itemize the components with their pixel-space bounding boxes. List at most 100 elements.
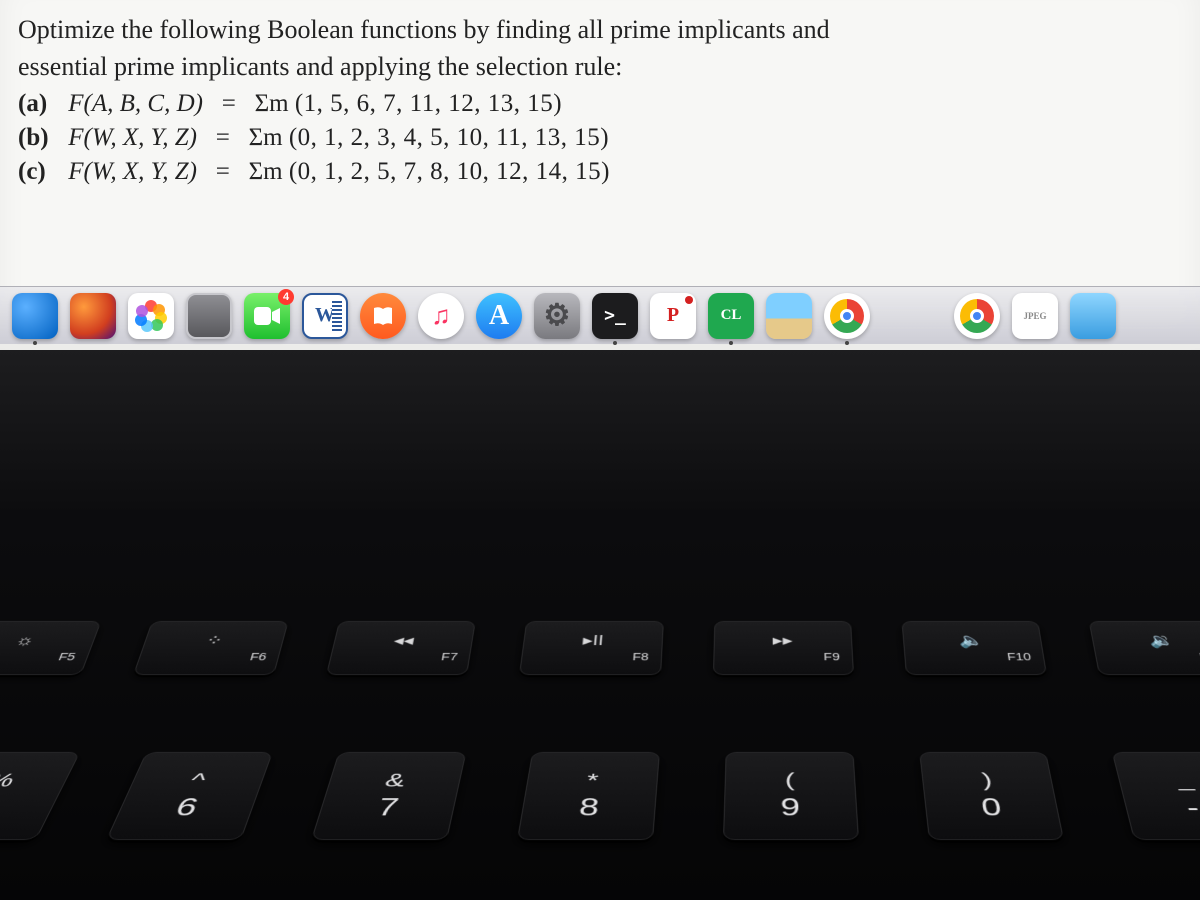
dot-indicator bbox=[613, 341, 617, 345]
key-shift-char: % bbox=[0, 771, 19, 790]
brightness-down-icon: ☼ bbox=[13, 633, 37, 647]
prompt-line-2: essential prime implicants and applying … bbox=[18, 49, 1182, 84]
music-note-icon: ♫ bbox=[431, 301, 451, 331]
key-label: F9 bbox=[823, 650, 840, 662]
item-function: F(W, X, Y, Z) bbox=[68, 124, 197, 151]
key-f8[interactable]: ▸II F8 bbox=[519, 621, 663, 675]
minterm-list: (0, 1, 2, 3, 4, 5, 10, 11, 13, 15) bbox=[289, 124, 609, 151]
screen-document: Optimize the following Boolean functions… bbox=[0, 0, 1200, 350]
dock-app-facetime[interactable]: 4 bbox=[244, 293, 290, 339]
dock-app-clion[interactable]: CL bbox=[708, 293, 754, 339]
dock-app-appstore[interactable]: A bbox=[476, 293, 522, 339]
equals-sign: = bbox=[216, 158, 230, 185]
key-label: F8 bbox=[632, 650, 649, 662]
item-label: (a) bbox=[18, 90, 62, 118]
dock-app-music[interactable]: ♫ bbox=[418, 293, 464, 339]
sigma-symbol: Σm bbox=[255, 90, 289, 117]
key-shift-char: ^ bbox=[187, 771, 208, 790]
problem-item-a: (a) F(A, B, C, D) = Σm (1, 5, 6, 7, 11, … bbox=[18, 90, 1182, 118]
key-main-char: 8 bbox=[578, 795, 601, 819]
dock-app-system-preferences[interactable]: ⚙ bbox=[534, 293, 580, 339]
dock-app-chrome-2[interactable] bbox=[954, 293, 1000, 339]
key-f6[interactable]: ⁘ F6 bbox=[133, 621, 289, 675]
problem-item-b: (b) F(W, X, Y, Z) = Σm (0, 1, 2, 3, 4, 5… bbox=[18, 124, 1182, 152]
dot-indicator bbox=[33, 341, 37, 345]
number-key-row: % 5 ^ 6 & 7 * 8 ( 9 ) 0 _ - bbox=[0, 752, 1200, 840]
key-f10[interactable]: 🔈 F10 bbox=[901, 621, 1047, 675]
dock-app-terminal[interactable]: >_ bbox=[592, 293, 638, 339]
dock-app-firefox[interactable] bbox=[70, 293, 116, 339]
chrome-ring-icon bbox=[960, 299, 994, 333]
key-label: F6 bbox=[249, 650, 268, 662]
key-f7[interactable]: ◂◂ F7 bbox=[326, 621, 476, 675]
jpeg-label-icon: JPEG bbox=[1023, 311, 1046, 321]
sigma-symbol: Σm bbox=[249, 158, 283, 185]
dock-app-preview[interactable] bbox=[1070, 293, 1116, 339]
dock-app-parallels[interactable]: P bbox=[650, 293, 696, 339]
volume-down-icon: 🔉 bbox=[1148, 633, 1176, 647]
gear-icon: ⚙ bbox=[544, 298, 571, 333]
key-0[interactable]: ) 0 bbox=[919, 752, 1065, 840]
item-label: (b) bbox=[18, 124, 62, 152]
laptop-keyboard-area: ☼ F5 ⁘ F6 ◂◂ F7 ▸II F8 ▸▸ F9 🔈 F10 🔉 F11 bbox=[0, 350, 1200, 900]
key-7[interactable]: & 7 bbox=[311, 752, 466, 840]
key-shift-char: ( bbox=[785, 771, 795, 790]
key-f9[interactable]: ▸▸ F9 bbox=[713, 621, 854, 675]
dock-app-photos[interactable] bbox=[128, 293, 174, 339]
key-shift-char: ) bbox=[981, 771, 994, 790]
dock-app-word[interactable]: W bbox=[302, 293, 348, 339]
item-function: F(A, B, C, D) bbox=[68, 90, 203, 117]
equals-sign: = bbox=[216, 124, 230, 151]
key-shift-char: * bbox=[586, 771, 600, 790]
brightness-up-icon: ⁘ bbox=[204, 633, 225, 647]
dock-app-image-preview[interactable] bbox=[766, 293, 812, 339]
key-8[interactable]: * 8 bbox=[517, 752, 660, 840]
dock-app-books[interactable] bbox=[360, 293, 406, 339]
key-main-char: 9 bbox=[780, 795, 800, 819]
dock-app-contacts[interactable] bbox=[186, 293, 232, 339]
dock-app-chrome[interactable] bbox=[824, 293, 870, 339]
word-lines-icon bbox=[332, 301, 342, 331]
key-label: F7 bbox=[440, 650, 458, 662]
key-6[interactable]: ^ 6 bbox=[106, 752, 274, 840]
key-main-char: - bbox=[1183, 795, 1200, 819]
dot-indicator bbox=[845, 341, 849, 345]
mute-icon: 🔈 bbox=[959, 633, 985, 647]
key-f5[interactable]: ☼ F5 bbox=[0, 621, 102, 675]
photos-flower-icon bbox=[135, 300, 167, 332]
minterm-list: (1, 5, 6, 7, 11, 12, 13, 15) bbox=[295, 90, 562, 117]
clion-label-icon: CL bbox=[721, 307, 742, 324]
key-minus[interactable]: _ - bbox=[1112, 752, 1200, 840]
equals-sign: = bbox=[222, 90, 236, 117]
appstore-a-icon: A bbox=[489, 300, 509, 332]
dock-file-jpeg[interactable]: JPEG bbox=[1012, 293, 1058, 339]
parallels-dot-icon bbox=[685, 296, 693, 304]
facetime-camera-icon bbox=[254, 307, 280, 325]
key-main-char: 6 bbox=[172, 795, 201, 819]
prompt-line-1: Optimize the following Boolean functions… bbox=[18, 12, 1182, 47]
key-label: F10 bbox=[1006, 650, 1032, 662]
key-9[interactable]: ( 9 bbox=[723, 752, 859, 840]
key-5[interactable]: % 5 bbox=[0, 752, 80, 840]
notification-badge: 4 bbox=[278, 289, 294, 305]
key-main-char: 7 bbox=[375, 795, 401, 819]
key-shift-char: _ bbox=[1173, 771, 1195, 790]
item-function: F(W, X, Y, Z) bbox=[68, 158, 197, 185]
dock-app-generic-blue[interactable] bbox=[12, 293, 58, 339]
key-f11[interactable]: 🔉 F11 bbox=[1088, 621, 1200, 675]
parallels-p-icon: P bbox=[667, 304, 679, 327]
function-key-row: ☼ F5 ⁘ F6 ◂◂ F7 ▸II F8 ▸▸ F9 🔈 F10 🔉 F11 bbox=[0, 621, 1200, 675]
rewind-icon: ◂◂ bbox=[393, 633, 416, 647]
item-label: (c) bbox=[18, 158, 62, 186]
play-pause-icon: ▸II bbox=[582, 633, 604, 647]
key-main-char: 0 bbox=[980, 795, 1003, 819]
key-shift-char: & bbox=[383, 771, 407, 790]
sigma-symbol: Σm bbox=[249, 124, 283, 151]
book-icon bbox=[371, 304, 395, 328]
terminal-prompt-icon: >_ bbox=[604, 305, 626, 326]
problem-prompt: Optimize the following Boolean functions… bbox=[18, 12, 1182, 84]
key-label: F5 bbox=[57, 650, 78, 662]
dot-indicator bbox=[729, 341, 733, 345]
macos-dock: 4 W ♫ A ⚙ >_ P CL JPEG bbox=[0, 286, 1200, 344]
chrome-ring-icon bbox=[830, 299, 864, 333]
